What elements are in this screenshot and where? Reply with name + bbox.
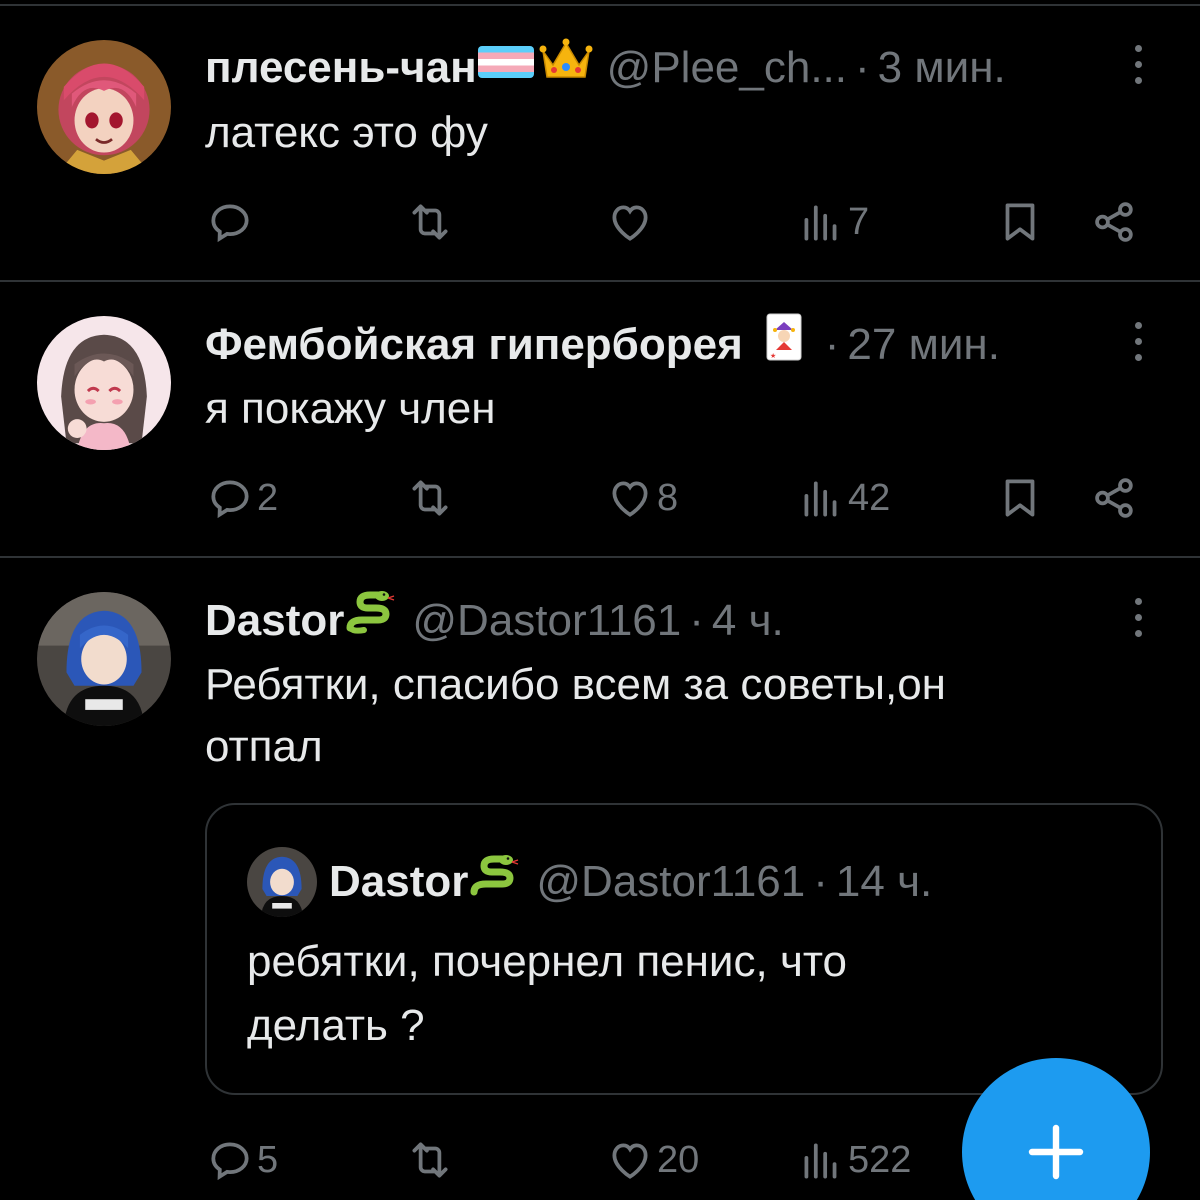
like-button[interactable]: 8 — [605, 468, 678, 528]
like-count: 20 — [657, 1138, 700, 1181]
separator: · — [855, 43, 870, 92]
divider — [0, 280, 1200, 282]
like-count: 8 — [657, 476, 679, 519]
action-bar: 7 — [0, 192, 1200, 252]
share-button[interactable] — [1090, 192, 1140, 252]
views-icon — [804, 481, 837, 517]
reply-button[interactable]: 2 — [205, 468, 278, 528]
quoted-header: Dastor @Dastor1161 · 14 ч. — [329, 852, 932, 912]
retweet-button[interactable] — [405, 468, 457, 528]
share-icon — [1095, 202, 1133, 242]
snake-emoji — [468, 854, 522, 911]
views-button[interactable]: 522 — [796, 1130, 911, 1190]
avatar-image — [37, 592, 171, 726]
tweet-header: Фембойская гиперборея ★ · 27 мин. — [205, 312, 1080, 378]
like-button[interactable]: 20 — [605, 1130, 699, 1190]
quoted-timestamp[interactable]: 14 ч. — [836, 857, 932, 907]
avatar[interactable] — [37, 316, 171, 450]
divider — [0, 4, 1200, 6]
separator: · — [824, 320, 840, 369]
retweet-icon — [412, 480, 448, 516]
view-count: 522 — [848, 1138, 912, 1181]
views-button[interactable]: 7 — [796, 192, 869, 252]
avatar-image — [37, 40, 171, 174]
separator: · — [689, 596, 704, 645]
views-button[interactable]: 42 — [796, 468, 890, 528]
heart-icon — [612, 205, 648, 241]
retweet-button[interactable] — [405, 1130, 457, 1190]
handle[interactable]: @Dastor1161 — [412, 591, 681, 651]
share-icon — [1095, 478, 1133, 518]
views-icon — [804, 1143, 837, 1179]
tweet-text: я покажу член — [205, 384, 496, 433]
reply-count: 5 — [257, 1138, 279, 1181]
snake-emoji — [344, 590, 398, 652]
more-options-icon[interactable] — [1128, 45, 1148, 95]
reply-icon — [211, 1142, 249, 1181]
svg-text:★: ★ — [770, 352, 776, 360]
reply-button[interactable] — [205, 192, 257, 252]
timestamp[interactable]: 3 мин. — [878, 38, 1006, 98]
display-name[interactable]: Фембойская гиперборея — [205, 315, 743, 375]
plus-icon — [1028, 1124, 1084, 1180]
more-options-icon[interactable] — [1128, 322, 1148, 372]
timestamp[interactable]: 27 мин. — [847, 315, 1000, 375]
separator: · — [813, 857, 828, 906]
heart-icon — [612, 481, 648, 517]
share-button[interactable] — [1090, 468, 1140, 528]
bookmark-button[interactable] — [995, 192, 1045, 252]
quoted-tweet[interactable]: Dastor @Dastor1161 · 14 ч. ребятки, поче… — [205, 803, 1163, 1095]
reply-button[interactable]: 5 — [205, 1130, 278, 1190]
quoted-avatar[interactable] — [247, 847, 317, 917]
reply-icon — [211, 480, 249, 519]
tweet-text: Ребятки, спасибо всем за советы,он отпал — [205, 660, 946, 771]
quoted-text: ребятки, почернел пенис, что делать ? — [247, 937, 848, 1050]
display-name[interactable]: плесень-чан — [205, 38, 477, 98]
action-bar: 2 8 42 — [0, 468, 1200, 528]
quoted-display-name[interactable]: Dastor — [329, 857, 468, 907]
timestamp[interactable]: 4 ч. — [712, 591, 784, 651]
avatar[interactable] — [37, 40, 171, 174]
display-name[interactable]: Dastor — [205, 591, 344, 651]
crown-emoji — [539, 37, 593, 99]
avatar-image — [247, 847, 317, 917]
avatar[interactable] — [37, 592, 171, 726]
timeline-feed: плесень-чан @Plee_ch... · 3 мин. латекс … — [0, 0, 1200, 1200]
divider — [0, 556, 1200, 558]
bookmark-icon — [1005, 203, 1035, 241]
view-count: 7 — [848, 200, 870, 243]
avatar-image — [37, 316, 171, 450]
view-count: 42 — [848, 476, 891, 519]
retweet-icon — [412, 204, 448, 240]
joker-card-emoji: ★ — [765, 312, 803, 378]
reply-icon — [211, 204, 249, 243]
retweet-icon — [412, 1142, 448, 1178]
more-options-icon[interactable] — [1128, 598, 1148, 648]
heart-icon — [612, 1143, 648, 1179]
tweet-header: Dastor @Dastor1161 · 4 ч. — [205, 591, 1080, 651]
tweet-text: латекс это фу — [205, 108, 488, 157]
reply-count: 2 — [257, 476, 279, 519]
quoted-handle[interactable]: @Dastor1161 — [536, 857, 805, 907]
trans-flag-emoji — [477, 38, 535, 98]
handle[interactable]: @Plee_ch... — [607, 38, 847, 98]
views-icon — [804, 205, 837, 241]
bookmark-button[interactable] — [995, 468, 1045, 528]
like-button[interactable] — [605, 192, 657, 252]
bookmark-icon — [1005, 479, 1035, 517]
tweet-header: плесень-чан @Plee_ch... · 3 мин. — [205, 38, 1080, 98]
retweet-button[interactable] — [405, 192, 457, 252]
